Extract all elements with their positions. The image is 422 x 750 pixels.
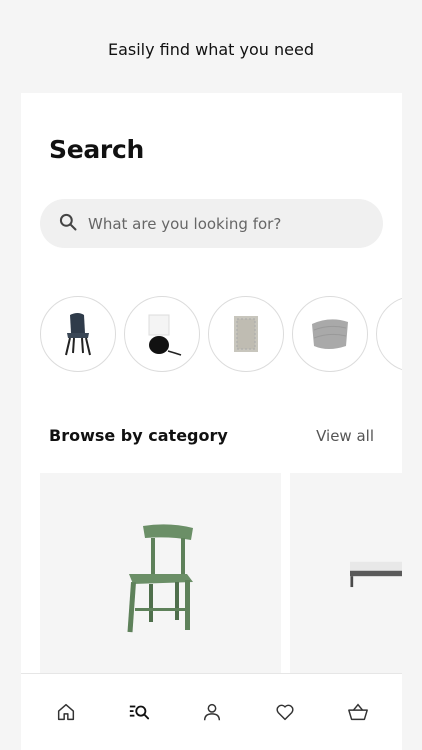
- search-bar[interactable]: [40, 199, 383, 248]
- throw-blanket-icon: [312, 319, 348, 349]
- suggestion-chair[interactable]: [40, 296, 116, 372]
- browse-title: Browse by category: [49, 426, 228, 445]
- suggestion-more[interactable]: [376, 296, 402, 372]
- home-icon: [57, 703, 74, 721]
- tagline: Easily find what you need: [107, 40, 314, 59]
- bed-image: [350, 561, 402, 588]
- green-chair-image: [127, 524, 193, 633]
- profile-icon: [203, 703, 220, 721]
- bottom-navigation: [21, 673, 402, 750]
- category-carousel[interactable]: [40, 473, 402, 683]
- suggestion-table-lamp[interactable]: [124, 296, 200, 372]
- browse-header: Browse by category View all: [49, 426, 374, 445]
- view-all-link[interactable]: View all: [316, 427, 374, 445]
- nav-search[interactable]: [119, 692, 159, 732]
- chair-icon: [65, 313, 91, 356]
- nav-basket[interactable]: [338, 692, 378, 732]
- app-screen: Search What are you looking for? Browse …: [21, 93, 402, 750]
- suggestion-rug[interactable]: [208, 296, 284, 372]
- search-list-icon: [129, 705, 149, 720]
- suggestion-carousel[interactable]: [40, 296, 402, 372]
- rug-icon: [234, 316, 258, 352]
- nav-profile[interactable]: [192, 692, 232, 732]
- category-card-chairs[interactable]: [40, 473, 281, 683]
- search-icon: [58, 212, 78, 236]
- table-lamp-icon: [148, 314, 182, 356]
- basket-icon: [347, 703, 368, 721]
- heart-icon: [275, 704, 294, 721]
- search-input[interactable]: [88, 214, 368, 233]
- suggestion-throw-blanket[interactable]: [292, 296, 368, 372]
- nav-home[interactable]: [46, 692, 86, 732]
- category-card-beds[interactable]: [290, 473, 402, 683]
- page-title: Search: [49, 135, 144, 164]
- nav-favourites[interactable]: [265, 692, 305, 732]
